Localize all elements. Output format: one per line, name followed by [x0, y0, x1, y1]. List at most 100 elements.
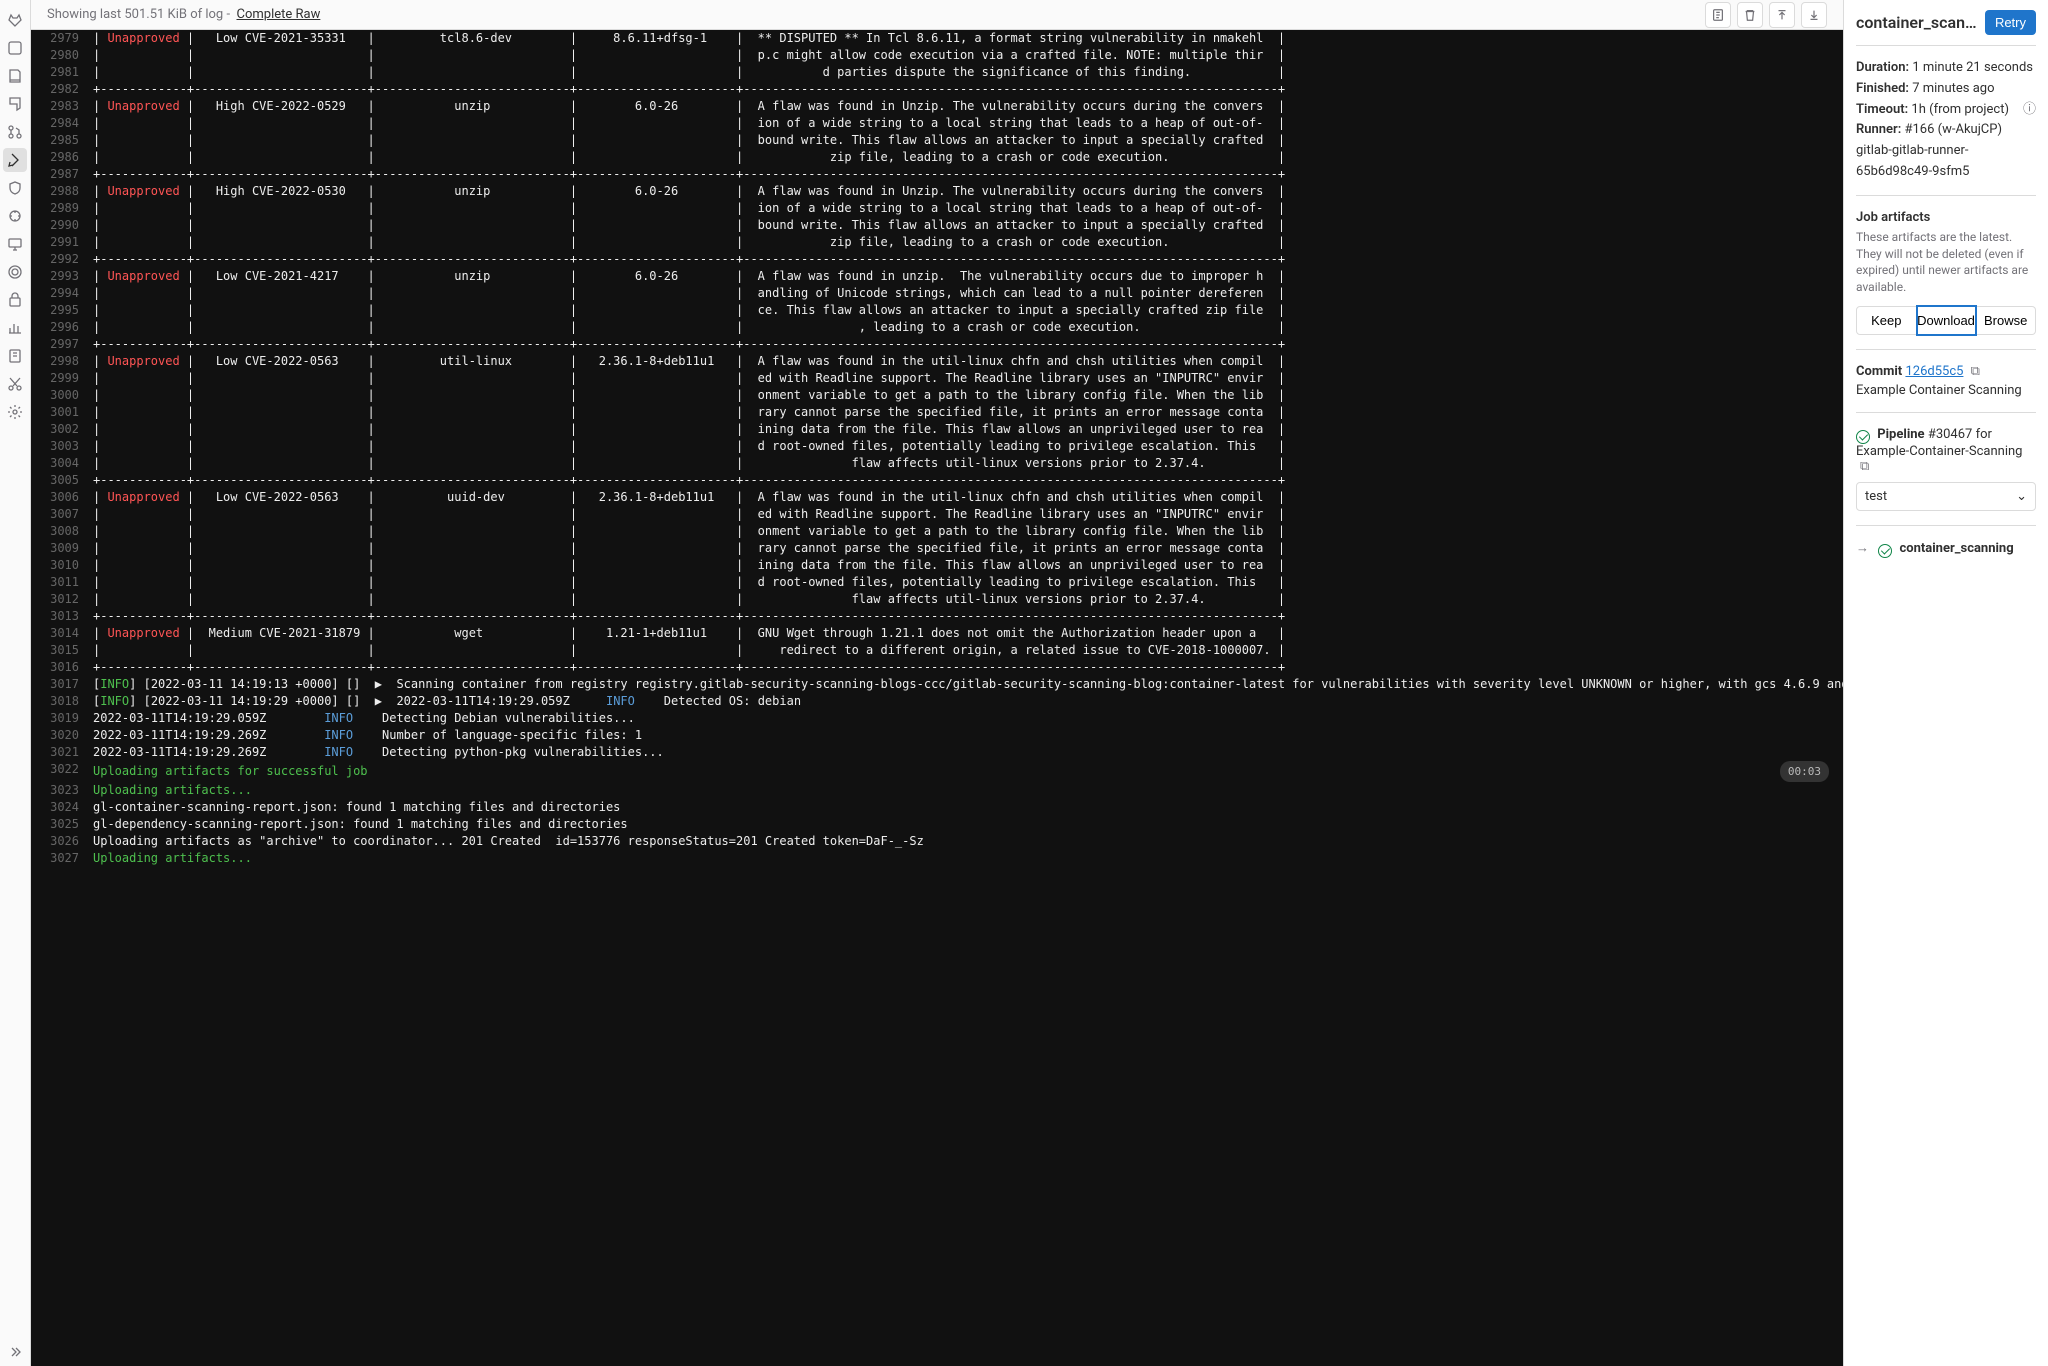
line-number[interactable]: 3021 — [31, 744, 93, 761]
log-line: 3002| | | | | ining data from the file. … — [31, 421, 1843, 438]
line-number[interactable]: 3016 — [31, 659, 93, 676]
line-number[interactable]: 3026 — [31, 833, 93, 850]
complete-raw-link[interactable]: Complete Raw — [237, 7, 321, 22]
line-number[interactable]: 2988 — [31, 183, 93, 200]
line-number[interactable]: 2998 — [31, 353, 93, 370]
scroll-top-button[interactable] — [1769, 2, 1795, 28]
help-icon[interactable]: ⓘ — [2023, 100, 2036, 121]
line-number[interactable]: 3014 — [31, 625, 93, 642]
monitor-icon[interactable] — [3, 232, 27, 256]
line-number[interactable]: 3017 — [31, 676, 93, 693]
line-number[interactable]: 3009 — [31, 540, 93, 557]
cicd-icon[interactable] — [3, 148, 27, 172]
commit-sha-link[interactable]: 126d55c5 — [1905, 364, 1963, 379]
issues-icon[interactable] — [3, 92, 27, 116]
line-number[interactable]: 3004 — [31, 455, 93, 472]
line-number[interactable]: 2982 — [31, 81, 93, 98]
line-number[interactable]: 3027 — [31, 850, 93, 867]
line-number[interactable]: 2979 — [31, 30, 93, 47]
keep-button[interactable]: Keep — [1856, 306, 1917, 335]
snippets-icon[interactable] — [3, 372, 27, 396]
line-number[interactable]: 3023 — [31, 782, 93, 799]
commit-message: Example Container Scanning — [1856, 383, 2036, 398]
log-line: 2998| Unapproved | Low CVE-2022-0563 | u… — [31, 353, 1843, 370]
line-number[interactable]: 2986 — [31, 149, 93, 166]
stage-select[interactable]: test ⌄ — [1856, 482, 2036, 511]
log-line-content: [INFO] [2022-03-11 14:19:13 +0000] [] ▶ … — [93, 676, 1843, 693]
line-number[interactable]: ⌄3022 — [31, 761, 93, 782]
line-number[interactable]: 2992 — [31, 251, 93, 268]
line-number[interactable]: 3025 — [31, 816, 93, 833]
line-number[interactable]: 2981 — [31, 64, 93, 81]
line-number[interactable]: 3012 — [31, 591, 93, 608]
line-number[interactable]: 2985 — [31, 132, 93, 149]
browse-button[interactable]: Browse — [1976, 306, 2036, 335]
copy-branch-icon[interactable]: ⧉ — [1860, 459, 1869, 474]
line-number[interactable]: 2984 — [31, 115, 93, 132]
line-number[interactable]: 3018 — [31, 693, 93, 710]
job-log[interactable]: 2979| Unapproved | Low CVE-2021-35331 | … — [31, 30, 1843, 1366]
line-number[interactable]: 3008 — [31, 523, 93, 540]
line-number[interactable]: 3006 — [31, 489, 93, 506]
scroll-bottom-button[interactable] — [1801, 2, 1827, 28]
line-number[interactable]: 2993 — [31, 268, 93, 285]
project-info-icon[interactable] — [3, 36, 27, 60]
line-number[interactable]: 2997 — [31, 336, 93, 353]
log-line-content: | | | | | d root-owned files, potentiall… — [93, 438, 1843, 455]
log-line-content: | | | | | flaw affects util-linux versio… — [93, 591, 1843, 608]
repository-icon[interactable] — [3, 64, 27, 88]
line-number[interactable]: 2983 — [31, 98, 93, 115]
line-number[interactable]: 3015 — [31, 642, 93, 659]
wiki-icon[interactable] — [3, 344, 27, 368]
log-line-content: | | | | | d root-owned files, potentiall… — [93, 574, 1843, 591]
gitlab-logo-icon[interactable] — [3, 8, 27, 32]
line-number[interactable]: 3002 — [31, 421, 93, 438]
line-number[interactable]: 3024 — [31, 799, 93, 816]
line-number[interactable]: 2980 — [31, 47, 93, 64]
log-line: 2980| | | | | p.c might allow code execu… — [31, 47, 1843, 64]
log-line-content: +------------+------------------------+-… — [93, 81, 1843, 98]
line-number[interactable]: 3019 — [31, 710, 93, 727]
pipeline-id[interactable]: #30467 — [1928, 427, 1973, 442]
line-number[interactable]: 3005 — [31, 472, 93, 489]
deployments-icon[interactable] — [3, 204, 27, 228]
line-number[interactable]: 2994 — [31, 285, 93, 302]
line-number[interactable]: 2990 — [31, 217, 93, 234]
erase-job-log-button[interactable] — [1737, 2, 1763, 28]
log-line: 3017[INFO] [2022-03-11 14:19:13 +0000] [… — [31, 676, 1843, 693]
line-number[interactable]: 2987 — [31, 166, 93, 183]
log-line-content: Uploading artifacts... — [93, 782, 1843, 799]
line-number[interactable]: 3013 — [31, 608, 93, 625]
job-list-item[interactable]: → container_scanning — [1856, 540, 2036, 558]
line-number[interactable]: 3003 — [31, 438, 93, 455]
timeout-label: Timeout: — [1856, 102, 1908, 117]
collapse-sidebar-icon[interactable] — [3, 1340, 27, 1364]
analytics-icon[interactable] — [3, 316, 27, 340]
line-number[interactable]: 2999 — [31, 370, 93, 387]
merge-requests-icon[interactable] — [3, 120, 27, 144]
raw-log-button[interactable] — [1705, 2, 1731, 28]
line-number[interactable]: 2991 — [31, 234, 93, 251]
line-number[interactable]: 2995 — [31, 302, 93, 319]
line-number[interactable]: 3020 — [31, 727, 93, 744]
infrastructure-icon[interactable] — [3, 260, 27, 284]
copy-commit-icon[interactable]: ⧉ — [1971, 364, 1980, 379]
packages-icon[interactable] — [3, 288, 27, 312]
line-number[interactable]: 3001 — [31, 404, 93, 421]
line-number[interactable]: 2989 — [31, 200, 93, 217]
line-number[interactable]: 3011 — [31, 574, 93, 591]
finished-value: 7 minutes ago — [1912, 81, 1994, 96]
line-number[interactable]: 3000 — [31, 387, 93, 404]
download-button[interactable]: Download — [1917, 306, 1977, 335]
settings-icon[interactable] — [3, 400, 27, 424]
pipeline-label: Pipeline — [1877, 427, 1924, 442]
line-number[interactable]: 2996 — [31, 319, 93, 336]
log-line: 3018[INFO] [2022-03-11 14:19:29 +0000] [… — [31, 693, 1843, 710]
line-number[interactable]: 3007 — [31, 506, 93, 523]
pipeline-branch[interactable]: Example-Container-Scanning — [1856, 444, 2022, 459]
security-icon[interactable] — [3, 176, 27, 200]
line-number[interactable]: 3010 — [31, 557, 93, 574]
retry-button[interactable]: Retry — [1985, 10, 2036, 35]
finished-label: Finished: — [1856, 81, 1909, 96]
log-line: 3023Uploading artifacts... — [31, 782, 1843, 799]
